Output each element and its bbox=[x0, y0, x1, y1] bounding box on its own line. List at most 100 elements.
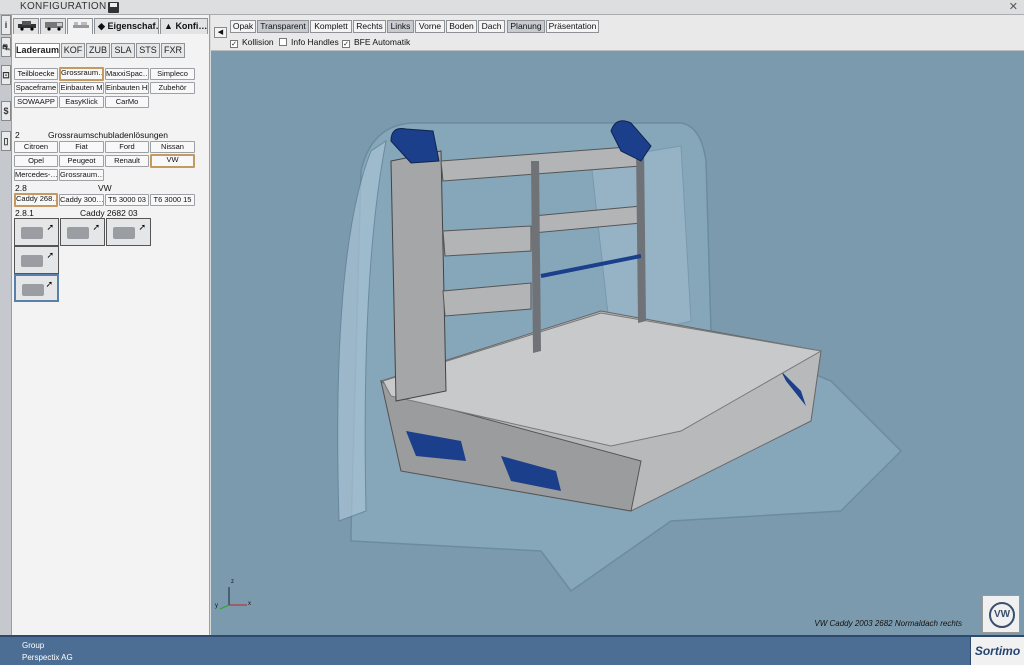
shelf-board bbox=[442, 225, 532, 257]
back-icon[interactable]: ◀ bbox=[214, 27, 227, 38]
tab-konfiguration[interactable]: ▲ Konfi… bbox=[160, 18, 208, 34]
view-komplett-button[interactable]: Komplett bbox=[310, 20, 352, 33]
configuration-panel: ◆ Eigenschaf… ▲ Konfi… Laderaum KOF ZUB … bbox=[12, 15, 210, 635]
variant-thumbnail[interactable]: ➚ bbox=[14, 218, 59, 246]
close-icon[interactable]: ✕ bbox=[1009, 0, 1018, 13]
variant-thumbnail[interactable]: ➚ bbox=[14, 274, 59, 302]
brand-button[interactable]: Opel bbox=[14, 155, 58, 167]
shelf-preview bbox=[21, 255, 43, 267]
subtab-zub[interactable]: ZUB bbox=[86, 43, 110, 58]
view-rechts-button[interactable]: Rechts bbox=[353, 20, 386, 33]
info-handles-checkbox[interactable]: Info Handles bbox=[279, 37, 339, 47]
info-handles-label: Info Handles bbox=[291, 37, 339, 47]
brand-button[interactable]: Renault bbox=[105, 155, 149, 167]
shelf-preview bbox=[67, 227, 89, 239]
section-title: Grossraumschubladenlösungen bbox=[48, 130, 169, 140]
chart-icon[interactable]: ⛐ bbox=[1, 37, 11, 57]
bfe-automatik-label: BFE Automatik bbox=[354, 37, 411, 47]
vw-logo: VW bbox=[982, 595, 1020, 633]
brand-button[interactable]: Fiat bbox=[59, 141, 104, 153]
subtab-laderaum[interactable]: Laderaum bbox=[15, 43, 60, 58]
info-icon[interactable]: i bbox=[1, 15, 11, 35]
bfe-automatik-checkbox[interactable]: ✓ BFE Automatik bbox=[342, 37, 410, 48]
brand-button[interactable]: Grossraum… bbox=[59, 169, 104, 181]
tag-icon: ◆ bbox=[98, 21, 105, 31]
cursor-icon: ➚ bbox=[46, 250, 54, 260]
view-dach-button[interactable]: Dach bbox=[478, 20, 505, 33]
tab-van[interactable] bbox=[40, 18, 66, 34]
tab-shelf[interactable] bbox=[67, 18, 93, 34]
shelf-side-panel bbox=[390, 150, 447, 402]
variant-thumbnail[interactable]: ➚ bbox=[106, 218, 151, 246]
brand-button[interactable]: Peugeot bbox=[59, 155, 104, 167]
category-button[interactable]: SOWAAPP bbox=[14, 96, 58, 108]
brand-button[interactable]: Citroen bbox=[14, 141, 58, 153]
view-links-button[interactable]: Links bbox=[387, 20, 414, 33]
car-side-icon bbox=[18, 21, 36, 31]
variant-thumbnail[interactable]: ➚ bbox=[60, 218, 105, 246]
category-button[interactable]: Zubehör bbox=[150, 82, 195, 94]
brand-button[interactable]: Mercedes-… bbox=[14, 169, 58, 181]
subtab-fxr[interactable]: FXR bbox=[161, 43, 185, 58]
cursor-icon: ➚ bbox=[92, 222, 100, 232]
view-praesentation-button[interactable]: Präsentation bbox=[546, 20, 599, 33]
warning-icon: ▲ bbox=[164, 21, 173, 31]
model-button[interactable]: Caddy 268… bbox=[14, 193, 58, 207]
save-icon[interactable] bbox=[108, 2, 119, 13]
category-button[interactable]: Einbauten HD bbox=[105, 82, 149, 94]
left-tool-strip: i ⛐ ⊡ $ ▯ bbox=[0, 15, 12, 635]
category-button[interactable]: Teilbloecke bbox=[14, 68, 58, 80]
status-bar: Group Perspectix AG Sortimo bbox=[0, 635, 1024, 665]
view-toolbar: ◀ Opak Transparent Komplett Rechts Links… bbox=[211, 15, 1024, 51]
kollision-label: Kollision bbox=[242, 37, 274, 47]
axis-indicator: z y x bbox=[215, 579, 253, 613]
empty-checkbox-icon bbox=[279, 38, 287, 46]
section-number: 2.8.1 bbox=[15, 208, 34, 218]
section-number: 2.8 bbox=[15, 183, 27, 193]
subtab-kof[interactable]: KOF bbox=[61, 43, 85, 58]
view-planung-button[interactable]: Planung bbox=[507, 20, 545, 33]
model-button[interactable]: Caddy 300… bbox=[59, 194, 104, 206]
section-title: Caddy 2682 03 bbox=[80, 208, 138, 218]
status-line-2: Perspectix AG bbox=[22, 653, 73, 662]
subtab-sla[interactable]: SLA bbox=[111, 43, 135, 58]
brand-button[interactable]: Ford bbox=[105, 141, 149, 153]
tab-eigenschaften-label: Eigenschaf… bbox=[107, 21, 159, 31]
document-icon[interactable]: ▯ bbox=[1, 131, 11, 151]
checkmark-icon: ✓ bbox=[230, 40, 238, 48]
category-button[interactable]: Simpleco bbox=[150, 68, 195, 80]
3d-viewport[interactable]: ◀ Opak Transparent Komplett Rechts Links… bbox=[211, 15, 1024, 635]
grid-icon[interactable]: ⊡ bbox=[1, 65, 11, 85]
category-button[interactable]: MaxxiSpac… bbox=[105, 68, 149, 80]
kollision-checkbox[interactable]: ✓ Kollision bbox=[230, 37, 274, 48]
van-side-icon bbox=[45, 22, 63, 31]
brand-button[interactable]: VW bbox=[150, 154, 195, 168]
subtab-sts[interactable]: STS bbox=[136, 43, 160, 58]
model-caption: VW Caddy 2003 2682 Normaldach rechts bbox=[814, 619, 962, 628]
sortimo-logo: Sortimo bbox=[970, 637, 1024, 665]
shelf-icon bbox=[73, 22, 89, 28]
variant-thumbnail[interactable]: ➚ bbox=[14, 246, 59, 274]
view-transparent-button[interactable]: Transparent bbox=[257, 20, 309, 33]
tab-eigenschaften[interactable]: ◆ Eigenschaf… bbox=[94, 18, 159, 34]
view-opak-button[interactable]: Opak bbox=[230, 20, 256, 33]
price-icon[interactable]: $ bbox=[1, 101, 11, 121]
category-button[interactable]: CarMo bbox=[105, 96, 149, 108]
cursor-icon: ➚ bbox=[46, 222, 54, 232]
model-button[interactable]: T6 3000 15 bbox=[150, 194, 195, 206]
section-title: VW bbox=[98, 183, 112, 193]
section-number: 2 bbox=[15, 130, 20, 140]
status-line-1: Group bbox=[22, 641, 45, 650]
category-button[interactable]: EasyKlick bbox=[59, 96, 104, 108]
category-button[interactable]: Einbauten M bbox=[59, 82, 104, 94]
checkmark-icon: ✓ bbox=[342, 40, 350, 48]
brand-button[interactable]: Nissan bbox=[150, 141, 195, 153]
category-button[interactable]: Spaceframe bbox=[14, 82, 58, 94]
model-button[interactable]: T5 3000 03 bbox=[105, 194, 149, 206]
category-button[interactable]: Grossraum… bbox=[59, 67, 104, 81]
tab-konfiguration-label: Konfi… bbox=[175, 21, 208, 31]
view-vorne-button[interactable]: Vorne bbox=[415, 20, 445, 33]
view-boden-button[interactable]: Boden bbox=[446, 20, 477, 33]
tab-car[interactable] bbox=[13, 18, 39, 34]
van-3d-scene[interactable] bbox=[211, 51, 1024, 635]
